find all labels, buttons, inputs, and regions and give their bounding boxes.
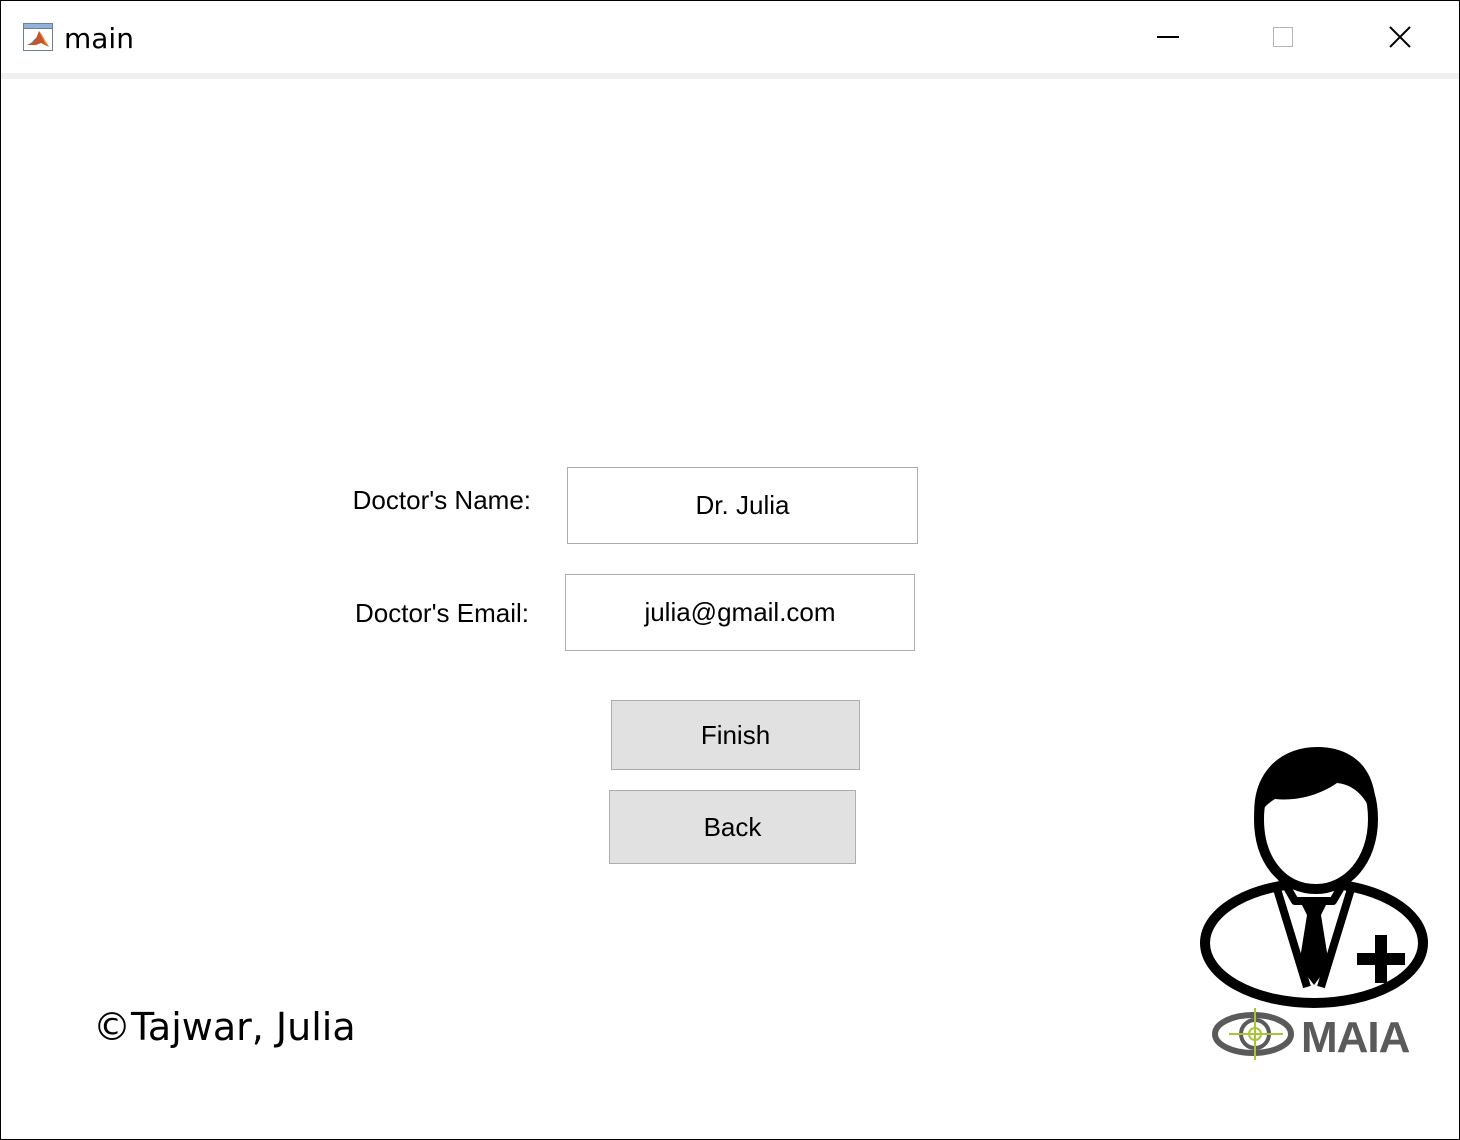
- title-bar[interactable]: main: [1, 1, 1459, 73]
- doctor-avatar-icon: [1197, 739, 1431, 1009]
- doctor-name-field[interactable]: [567, 467, 918, 544]
- window-title: main: [64, 22, 134, 55]
- back-button[interactable]: Back: [609, 790, 856, 864]
- maia-logo: MAIA: [1211, 1004, 1421, 1064]
- maximize-button[interactable]: [1253, 13, 1313, 61]
- maia-logo-text: MAIA: [1301, 1013, 1410, 1062]
- minimize-icon: [1157, 35, 1179, 39]
- copyright-text: ©Tajwar, Julia: [93, 1005, 356, 1049]
- matlab-icon: [23, 23, 53, 51]
- form-panel: Doctor's Name: Doctor's Email: Finish Ba…: [1, 79, 1459, 1139]
- minimize-button[interactable]: [1138, 13, 1198, 61]
- finish-button[interactable]: Finish: [611, 700, 860, 770]
- close-button[interactable]: [1370, 13, 1430, 61]
- doctor-name-label: Doctor's Name:: [352, 485, 531, 515]
- maximize-icon: [1273, 27, 1293, 47]
- close-icon: [1389, 26, 1411, 48]
- main-window: main Doctor's Name: Doctor's Email:: [0, 0, 1460, 1140]
- doctor-email-field[interactable]: [565, 574, 915, 651]
- doctor-email-label: Doctor's Email:: [354, 598, 529, 628]
